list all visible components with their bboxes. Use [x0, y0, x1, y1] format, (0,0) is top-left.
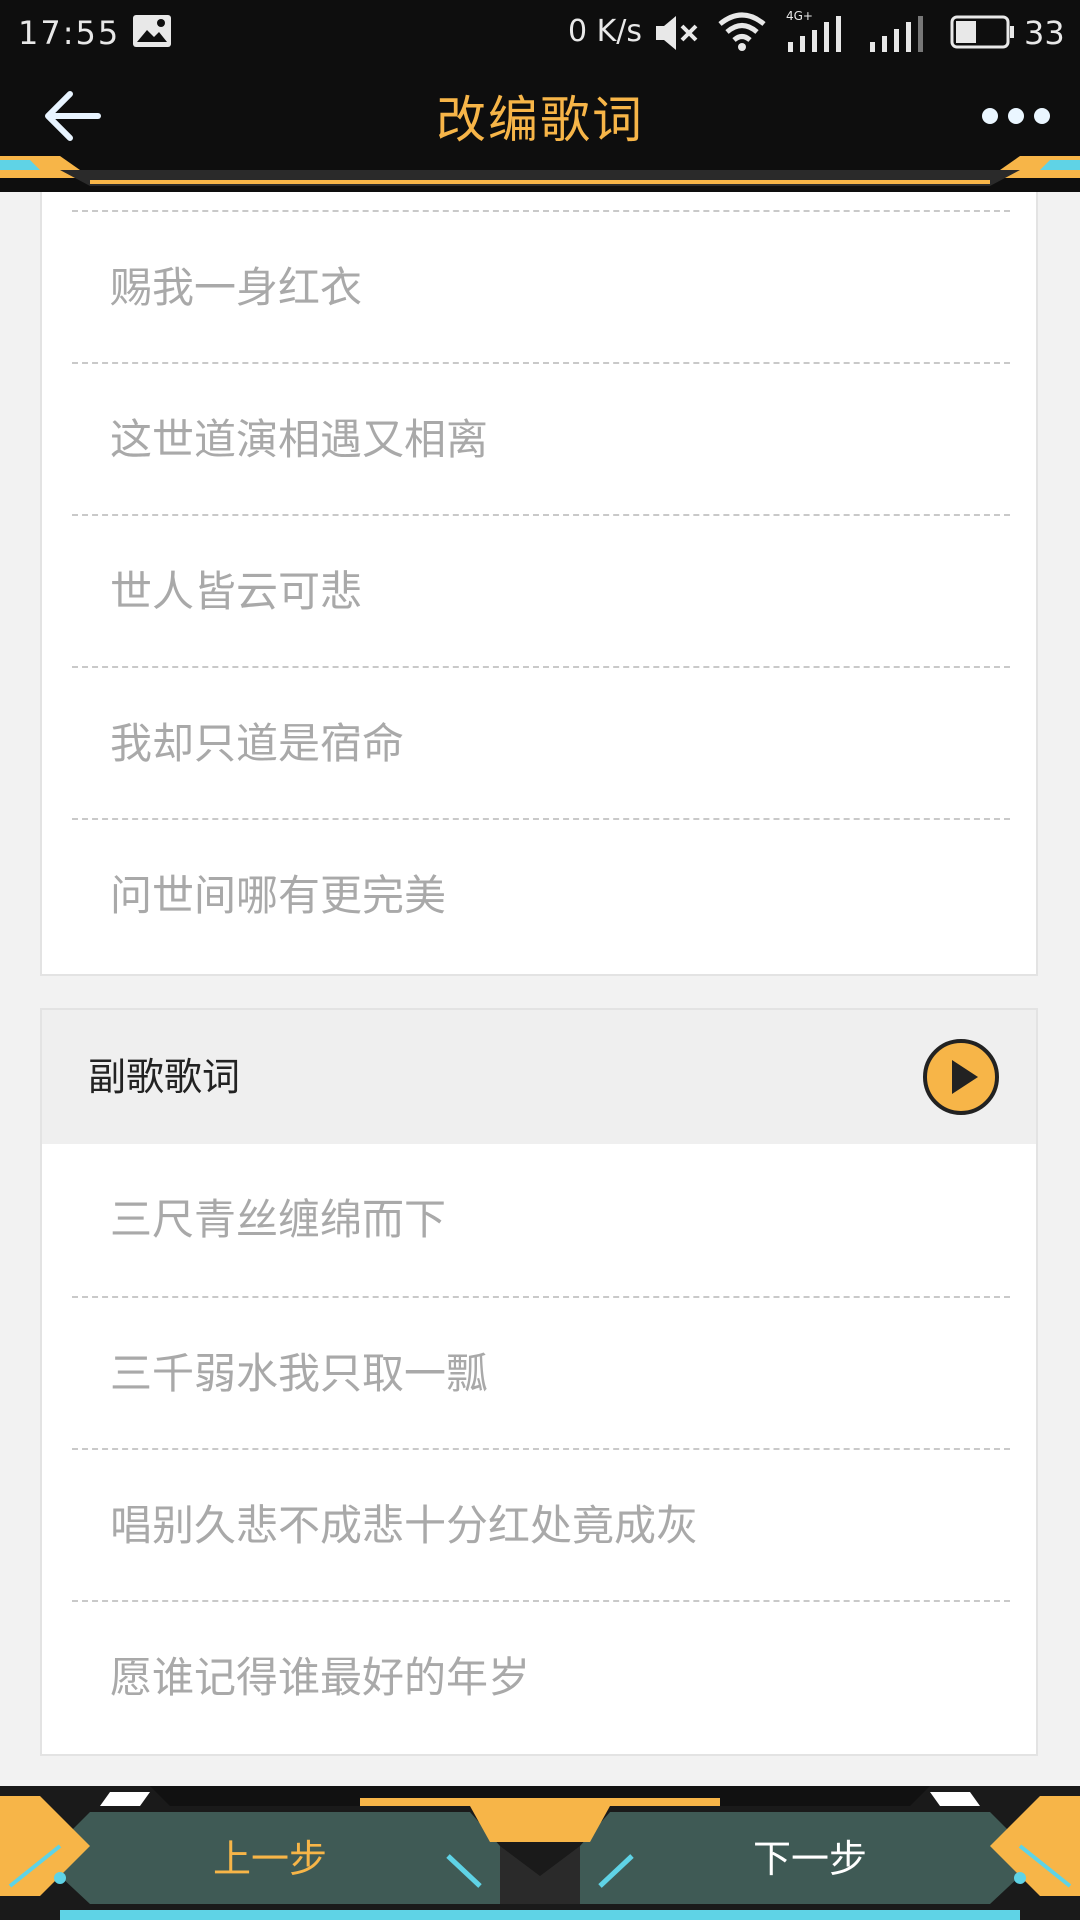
- lyric-line[interactable]: 唱别久悲不成悲十分红处竟成灰: [72, 1448, 1010, 1600]
- net-speed: 0 K/s: [568, 14, 643, 49]
- status-bar: 17:55 0 K/s 4G+ 33: [0, 0, 1080, 66]
- verse-lyrics-card: 赐我一身红衣 这世道演相遇又相离 世人皆云可悲 我却只道是宿命 问世间哪有更完美: [40, 192, 1038, 976]
- lyric-line[interactable]: 愿谁记得谁最好的年岁: [72, 1600, 1010, 1752]
- status-time: 17:55: [18, 14, 121, 52]
- play-icon[interactable]: [922, 1038, 1000, 1116]
- image-icon: [133, 15, 171, 47]
- lyric-text: 三千弱水我只取一瓢: [110, 1349, 489, 1398]
- svg-text:4G+: 4G+: [786, 9, 813, 23]
- lyric-text: 我却只道是宿命: [110, 719, 405, 768]
- lyric-text: 愿谁记得谁最好的年岁: [110, 1653, 531, 1702]
- lyric-text: 这世道演相遇又相离: [110, 415, 489, 464]
- prev-step-button[interactable]: 上一步: [110, 1814, 430, 1904]
- more-dots-icon[interactable]: [976, 96, 1056, 136]
- next-step-button[interactable]: 下一步: [650, 1814, 970, 1904]
- lyric-text: 问世间哪有更完美: [110, 871, 447, 920]
- page-title: 改编歌词: [436, 91, 644, 149]
- chorus-lyrics-card: 副歌歌词 三尺青丝缠绵而下 三千弱水我只取一瓢 唱别久悲不成悲十分红处竟成灰 愿…: [40, 1008, 1038, 1756]
- chorus-header: 副歌歌词: [42, 1010, 1036, 1144]
- lyric-text: 三尺青丝缠绵而下: [110, 1195, 447, 1244]
- lyric-line[interactable]: 三千弱水我只取一瓢: [72, 1296, 1010, 1448]
- lyric-line[interactable]: 赐我一身红衣: [72, 210, 1010, 362]
- lyric-line[interactable]: 问世间哪有更完美: [72, 818, 1010, 970]
- lyric-line[interactable]: 三尺青丝缠绵而下: [72, 1144, 1010, 1296]
- bottom-bar: 上一步 下一步: [0, 1786, 1080, 1920]
- 4g-signal-icon: 4G+: [786, 9, 841, 52]
- nav-bar: 改编歌词: [0, 66, 1080, 192]
- battery-icon: [950, 15, 1014, 49]
- lyric-line[interactable]: 这世道演相遇又相离: [72, 362, 1010, 514]
- lyric-line[interactable]: 我却只道是宿命: [72, 666, 1010, 818]
- lyric-text: 赐我一身红衣: [110, 263, 363, 312]
- lyric-text: 唱别久悲不成悲十分红处竟成灰: [110, 1501, 699, 1550]
- lyric-text: 世人皆云可悲: [110, 567, 363, 616]
- signal-icon: [870, 16, 923, 52]
- wifi-icon: [718, 12, 766, 51]
- section-title: 副歌歌词: [88, 1055, 241, 1099]
- battery-level: 33: [1024, 14, 1065, 52]
- nav-decorative-frame: [0, 156, 1080, 186]
- mute-icon: [656, 16, 698, 50]
- lyric-line[interactable]: 世人皆云可悲: [72, 514, 1010, 666]
